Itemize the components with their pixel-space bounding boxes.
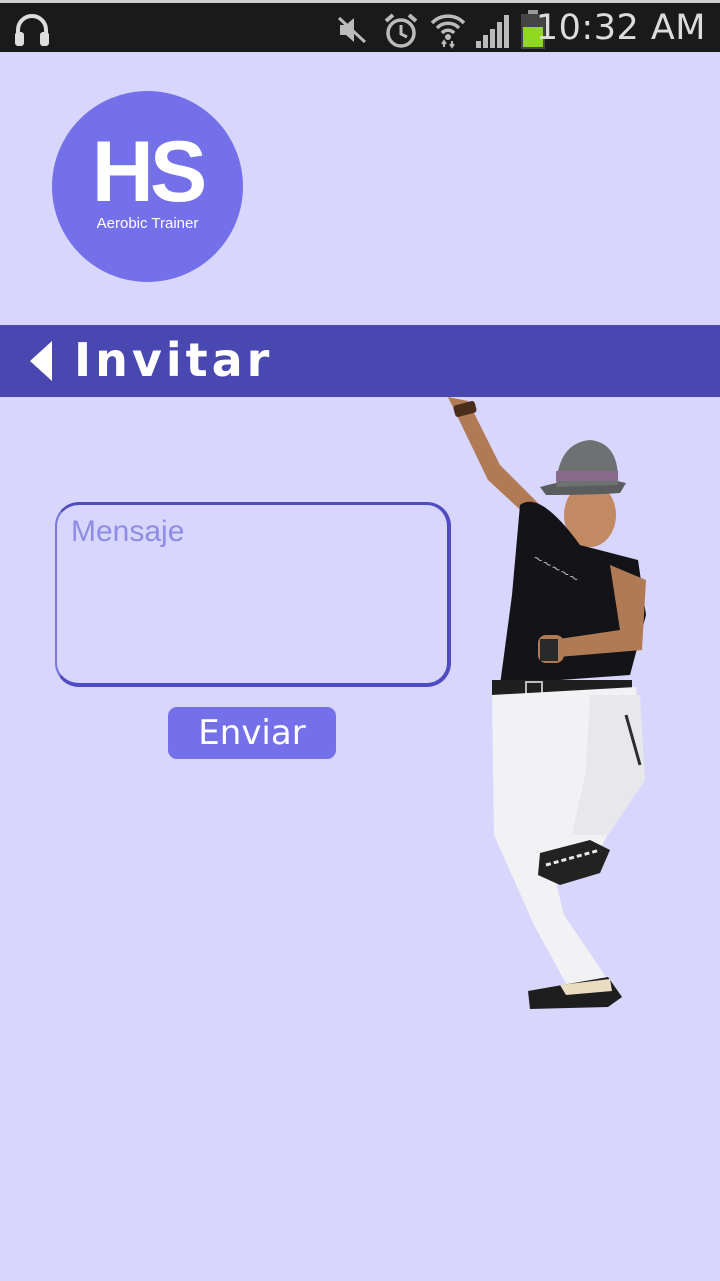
- status-bar: 10:32 AM: [0, 0, 720, 52]
- header-bar: Invitar: [0, 325, 720, 397]
- message-field[interactable]: [55, 502, 451, 687]
- clock-time: 10:32 AM: [535, 8, 706, 48]
- send-button[interactable]: Enviar: [168, 707, 336, 759]
- logo-initials: HS: [91, 124, 207, 220]
- alarm-icon: [384, 13, 418, 48]
- mute-icon: [337, 16, 367, 44]
- page-title: Invitar: [74, 333, 274, 387]
- back-arrow-icon[interactable]: [28, 339, 54, 383]
- logo-subtitle: Aerobic Trainer: [96, 215, 199, 232]
- wifi-icon: [430, 14, 466, 49]
- headset-icon: [15, 14, 49, 46]
- signal-icon: [476, 15, 509, 48]
- app-logo: HS Aerobic Trainer: [52, 91, 243, 282]
- dancer-image: ~~~~~: [448, 397, 646, 1009]
